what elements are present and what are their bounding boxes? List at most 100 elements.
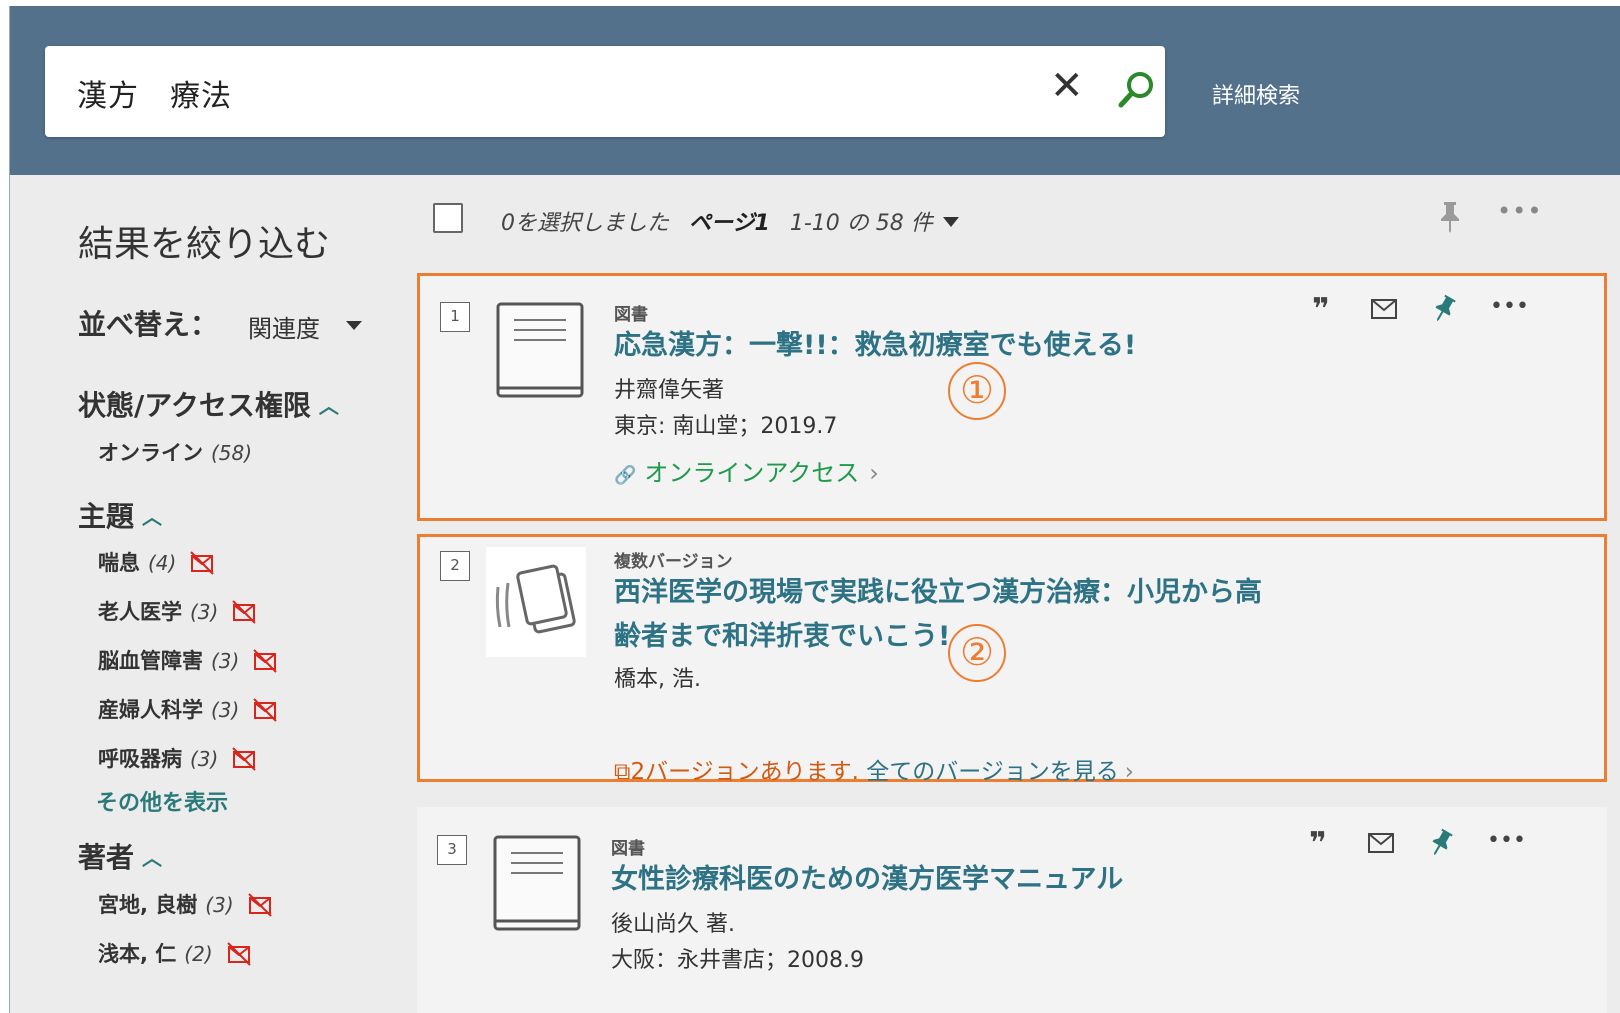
facet-item-label: 浅本, 仁: [98, 942, 177, 966]
pin-icon[interactable]: [1429, 828, 1453, 862]
show-more-link[interactable]: その他を表示: [96, 785, 228, 817]
result-title[interactable]: 女性診療科医のための漢方医学マニュアル: [611, 858, 1123, 902]
facet-item-label: オンライン: [98, 441, 203, 465]
header-bar: 漢方 療法 ✕ 詳細検索: [10, 6, 1620, 175]
filter-title: 結果を絞り込む: [78, 224, 331, 265]
facet-item-label: 産婦人科学: [98, 698, 203, 722]
result-title-line-2[interactable]: 齢者まで和洋折衷でいこう!: [614, 615, 950, 659]
facet-item[interactable]: 浅本, 仁 (2): [98, 938, 251, 971]
facet-item-count: (4): [148, 551, 177, 575]
result-card-3[interactable]: 3 図書 女性診療科医のための漢方医学マニュアル 後山尚久 著. 大阪：永井書店…: [417, 807, 1607, 1013]
select-all-checkbox[interactable]: [433, 203, 463, 233]
email-icon[interactable]: [1370, 298, 1398, 324]
clear-icon[interactable]: ✕: [1050, 63, 1084, 109]
result-range[interactable]: 1-10 の 58 件: [790, 211, 933, 236]
advanced-search-link[interactable]: 詳細検索: [1212, 78, 1300, 110]
filter-sidebar: 結果を絞り込む 並べ替え： 関連度 状態/アクセス権限 ︿ オンライン (58) 主…: [10, 175, 415, 1013]
book-icon: [494, 300, 586, 408]
result-card-1[interactable]: 1 図書 応急漢方：一撃!!：救急初療室でも使える! 井齋偉矢著 東京: 南山堂…: [417, 273, 1607, 521]
email-icon[interactable]: [1367, 832, 1395, 858]
facet-item[interactable]: 宮地, 良樹 (3): [98, 889, 272, 922]
facet-item[interactable]: 脳血管障害 (3): [98, 645, 278, 678]
result-type: 複数バージョン: [614, 552, 733, 572]
facet-item[interactable]: 産婦人科学 (3): [98, 694, 278, 727]
versions-icon: ⧉: [614, 759, 631, 785]
result-type: 図書: [614, 305, 648, 325]
facet-heading-author[interactable]: 著者 ︿: [78, 836, 162, 876]
chevron-right-icon: ›: [869, 459, 879, 487]
versions-count: 2バージョンあります.: [630, 759, 859, 785]
facet-item[interactable]: 喘息 (4): [98, 547, 215, 580]
link-icon: 🔗: [614, 465, 637, 486]
exclude-icon[interactable]: [232, 747, 257, 776]
facet-item-count: (3): [205, 893, 234, 917]
caret-down-icon[interactable]: [942, 217, 959, 227]
result-number: 1: [440, 302, 470, 332]
facet-item[interactable]: 老人医学 (3): [98, 596, 257, 629]
result-title[interactable]: 応急漢方：一撃!!：救急初療室でも使える!: [614, 324, 1136, 368]
facet-item-count: (58): [211, 441, 253, 465]
facet-item-count: (3): [211, 698, 240, 722]
exclude-icon[interactable]: [226, 942, 251, 971]
exclude-icon[interactable]: [253, 649, 278, 678]
result-actions: ❞ •••: [1309, 826, 1529, 862]
result-author: 井齋偉矢著: [614, 378, 725, 403]
search-box[interactable]: 漢方 療法 ✕: [45, 46, 1165, 137]
citation-icon[interactable]: ❞: [1312, 292, 1330, 327]
chevron-up-icon[interactable]: ︿: [319, 390, 339, 419]
exclude-icon[interactable]: [232, 600, 257, 629]
result-type: 図書: [611, 839, 645, 859]
chevron-up-icon[interactable]: ︿: [142, 842, 162, 871]
chevron-up-icon[interactable]: ︿: [142, 501, 162, 530]
caret-down-icon[interactable]: [346, 321, 362, 330]
facet-heading-label: 著者: [78, 841, 135, 874]
page-number: ページ1: [689, 211, 770, 236]
facet-item[interactable]: 呼吸器病 (3): [98, 743, 257, 776]
annotation-marker-1: ①: [948, 362, 1006, 420]
app-frame: 漢方 療法 ✕ 詳細検索 結果を絞り込む 並べ替え： 関連度 状態/アクセス権限…: [9, 6, 1620, 1013]
exclude-icon[interactable]: [253, 698, 278, 727]
facet-item-label: 呼吸器病: [98, 747, 182, 771]
online-access-label: オンラインアクセス: [644, 459, 860, 487]
results-area: 0を選択しました ページ1 1-10 の 58 件 ••• 1 図書 応急漢方：一撃…: [415, 175, 1620, 1013]
facet-item-online[interactable]: オンライン (58): [98, 437, 252, 467]
pin-icon[interactable]: [1432, 294, 1456, 328]
citation-icon[interactable]: ❞: [1309, 826, 1327, 861]
sort-select[interactable]: 関連度: [248, 309, 320, 344]
facet-item-label: 脳血管障害: [98, 649, 203, 673]
result-actions: ❞ •••: [1312, 292, 1532, 328]
result-title-line-1[interactable]: 西洋医学の現場で実践に役立つ漢方治療：小児から高: [614, 571, 1262, 615]
annotation-marker-2: ②: [948, 624, 1006, 682]
more-options-icon[interactable]: •••: [1490, 294, 1529, 319]
search-input[interactable]: 漢方 療法: [77, 71, 232, 115]
facet-item-count: (3): [211, 649, 240, 673]
facet-heading-label: 状態/アクセス権限: [78, 389, 311, 422]
facet-item-count: (2): [184, 942, 213, 966]
facet-item-label: 宮地, 良樹: [98, 893, 198, 917]
versions-link[interactable]: ⧉2バージョンあります. 全てのバージョンを見る ›: [614, 752, 1134, 786]
online-access-link[interactable]: 🔗 オンラインアクセス ›: [614, 453, 879, 488]
selected-count: 0を選択しました: [501, 211, 669, 236]
search-icon[interactable]: [1115, 68, 1159, 116]
more-options-icon[interactable]: •••: [1497, 197, 1542, 225]
chevron-right-icon: ›: [1124, 759, 1134, 785]
facet-heading-label: 主題: [78, 500, 135, 533]
facet-item-label: 喘息: [98, 551, 140, 575]
result-card-2[interactable]: 2 複数バージョン 西洋医学の現場で実践に役立つ漢方治療：小児から高 齢者まで和…: [417, 534, 1607, 785]
book-icon: [491, 833, 583, 941]
results-toolbar: 0を選択しました ページ1 1-10 の 58 件 •••: [415, 175, 1620, 265]
result-number: 2: [440, 551, 470, 581]
exclude-icon[interactable]: [247, 893, 272, 922]
result-number: 3: [437, 835, 467, 865]
all-versions-link[interactable]: 全てのバージョンを見る: [866, 759, 1119, 785]
multiple-versions-icon: [486, 547, 586, 661]
result-author: 橋本, 浩.: [614, 667, 701, 692]
facet-heading-access[interactable]: 状態/アクセス権限 ︿: [78, 384, 339, 424]
exclude-icon[interactable]: [190, 551, 215, 580]
sort-label: 並べ替え：: [78, 308, 219, 341]
facet-item-count: (3): [190, 747, 219, 771]
more-options-icon[interactable]: •••: [1487, 828, 1526, 853]
facet-item-count: (3): [190, 600, 219, 624]
facet-heading-subject[interactable]: 主題 ︿: [78, 495, 162, 535]
pin-icon[interactable]: [1437, 200, 1463, 238]
